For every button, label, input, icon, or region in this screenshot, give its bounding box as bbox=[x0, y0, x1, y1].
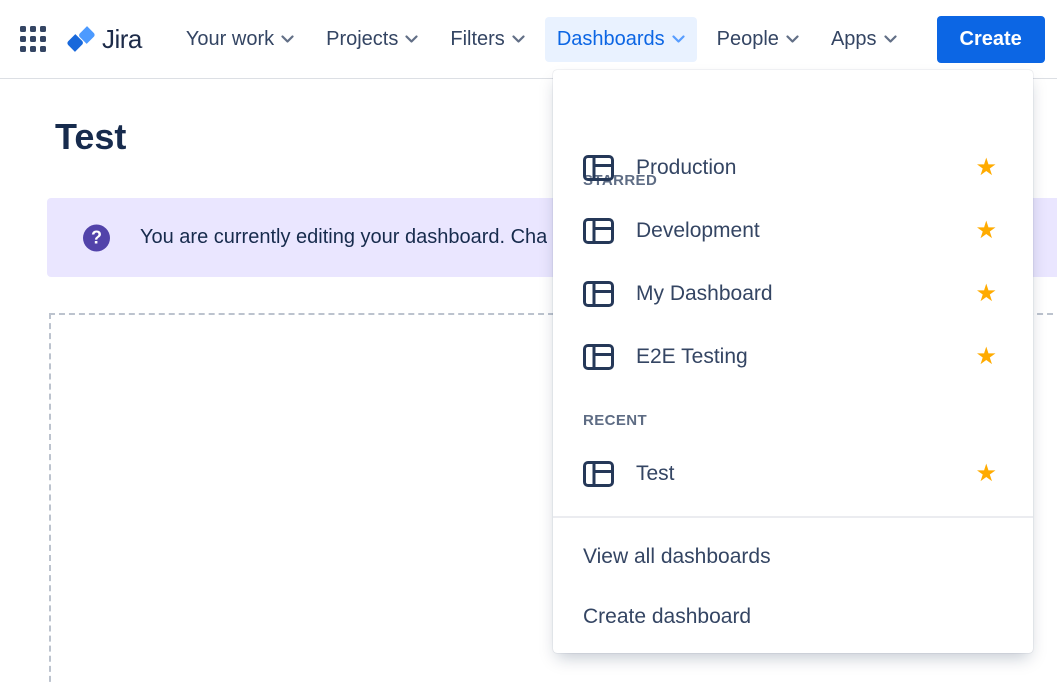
dashboard-icon bbox=[583, 281, 614, 307]
star-icon[interactable]: ★ bbox=[975, 462, 997, 486]
nav-item-label: Your work bbox=[186, 28, 274, 51]
dashboard-name: Test bbox=[636, 462, 675, 486]
nav-item-label: Dashboards bbox=[557, 28, 665, 51]
dashboard-menu-item-my-dashboard[interactable]: My Dashboard ★ bbox=[553, 262, 1033, 325]
dashboard-menu-item-production[interactable]: Production ★ bbox=[553, 136, 1033, 199]
star-icon[interactable]: ★ bbox=[975, 282, 997, 306]
nav-item-label: Apps bbox=[831, 28, 877, 51]
top-navigation: Jira Your work Projects Filters Dashboar… bbox=[0, 0, 1057, 79]
chevron-down-icon bbox=[786, 35, 799, 44]
nav-item-people[interactable]: People bbox=[705, 17, 811, 62]
dashboard-name: Production bbox=[636, 156, 736, 180]
section-heading-recent: RECENT bbox=[583, 413, 647, 428]
view-all-dashboards-link[interactable]: View all dashboards bbox=[583, 545, 771, 569]
chevron-down-icon bbox=[884, 35, 897, 44]
create-dashboard-link[interactable]: Create dashboard bbox=[583, 605, 751, 629]
nav-item-your-work[interactable]: Your work bbox=[174, 17, 306, 62]
dashboards-dropdown-menu: STARRED Production ★ Development ★ My Da… bbox=[553, 70, 1033, 653]
nav-item-label: People bbox=[717, 28, 779, 51]
nav-item-filters[interactable]: Filters bbox=[438, 17, 536, 62]
app-switcher-button[interactable] bbox=[20, 24, 47, 54]
star-icon[interactable]: ★ bbox=[975, 156, 997, 180]
dashboard-name: E2E Testing bbox=[636, 345, 748, 369]
banner-message: You are currently editing your dashboard… bbox=[140, 226, 547, 249]
dashboard-menu-item-development[interactable]: Development ★ bbox=[553, 199, 1033, 262]
jira-logo[interactable]: Jira bbox=[65, 23, 142, 55]
chevron-down-icon bbox=[512, 35, 525, 44]
dashboard-icon bbox=[583, 461, 614, 487]
star-icon[interactable]: ★ bbox=[975, 219, 997, 243]
nav-item-apps[interactable]: Apps bbox=[819, 17, 909, 62]
nav-item-projects[interactable]: Projects bbox=[314, 17, 430, 62]
chevron-down-icon bbox=[405, 35, 418, 44]
dashboard-menu-item-e2e-testing[interactable]: E2E Testing ★ bbox=[553, 325, 1033, 388]
create-button[interactable]: Create bbox=[937, 16, 1045, 63]
primary-nav: Your work Projects Filters Dashboards Pe… bbox=[174, 17, 909, 62]
menu-divider bbox=[553, 516, 1033, 518]
nav-item-label: Filters bbox=[450, 28, 504, 51]
question-mark-icon: ? bbox=[83, 224, 110, 251]
star-icon[interactable]: ★ bbox=[975, 345, 997, 369]
dashboard-name: My Dashboard bbox=[636, 282, 773, 306]
nav-item-label: Projects bbox=[326, 28, 398, 51]
dashboard-icon bbox=[583, 344, 614, 370]
jira-logo-text: Jira bbox=[102, 24, 142, 55]
dashboard-icon bbox=[583, 218, 614, 244]
dashboard-icon bbox=[583, 155, 614, 181]
page-title: Test bbox=[55, 119, 126, 155]
nav-item-dashboards[interactable]: Dashboards bbox=[545, 17, 697, 62]
chevron-down-icon bbox=[281, 35, 294, 44]
jira-logo-icon bbox=[65, 23, 97, 55]
dashboard-menu-item-test[interactable]: Test ★ bbox=[553, 442, 1033, 505]
dashboard-name: Development bbox=[636, 219, 760, 243]
grid-icon bbox=[20, 26, 47, 53]
chevron-down-icon bbox=[672, 35, 685, 44]
